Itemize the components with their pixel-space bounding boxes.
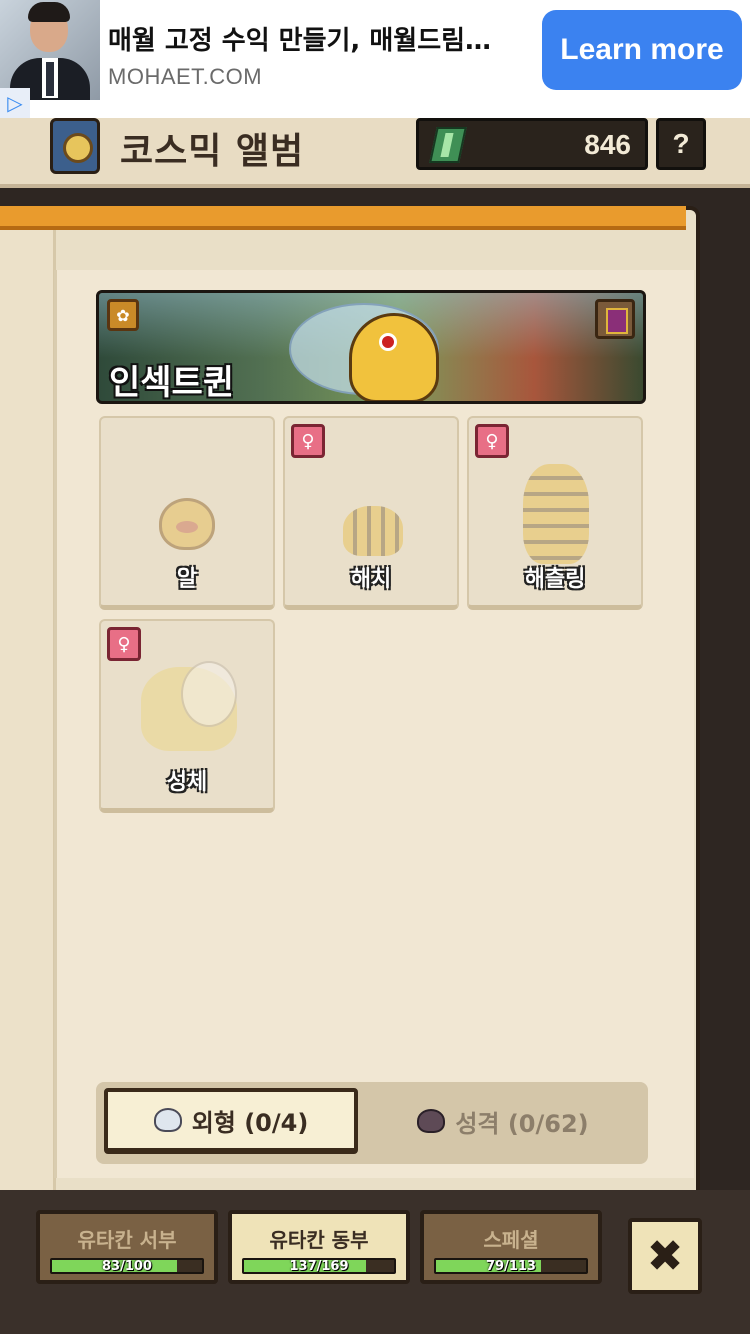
progress-text: 83/100 <box>102 1259 152 1274</box>
learn-more-button[interactable]: Learn more <box>542 10 742 90</box>
female-icon: ♀ <box>107 627 141 661</box>
ad-banner[interactable]: ▷ 매월 고정 수익 만들기, 매월드림… MOHAET.COM Learn m… <box>0 0 750 118</box>
help-button[interactable]: ? <box>656 118 706 170</box>
progress-bar: 79/113 <box>434 1258 588 1274</box>
tab-label: 유타칸 서부 <box>77 1228 177 1252</box>
horn-icon <box>153 1108 182 1132</box>
progress-bar: 137/169 <box>242 1258 396 1274</box>
gem-icon <box>429 127 467 163</box>
stage-card-adult[interactable]: ♀ 성체 <box>99 619 275 813</box>
stage-label: 해츨링 <box>524 567 586 592</box>
tab-yutakan-west[interactable]: 유타칸 서부 83/100 <box>36 1210 218 1284</box>
sprout-icon: ✿ <box>107 299 139 331</box>
page-title: 코스믹 앨범 <box>120 131 305 172</box>
ad-domain[interactable]: MOHAET.COM <box>108 64 262 90</box>
album-icon <box>50 118 100 174</box>
tab-label: 스페셜 <box>483 1228 539 1252</box>
personality-label: 성격 (0/62) <box>455 1109 589 1138</box>
stage-label: 성체 <box>166 770 208 795</box>
currency-value: 846 <box>584 129 631 160</box>
ad-choices-icon[interactable]: ▷ <box>0 88 30 118</box>
female-icon: ♀ <box>291 424 325 458</box>
ad-title[interactable]: 매월 고정 수익 만들기, 매월드림… <box>108 20 528 57</box>
adult-wing-sprite <box>181 661 237 727</box>
book-icon[interactable] <box>595 299 635 339</box>
egg-sprite <box>159 498 215 550</box>
tab-special[interactable]: 스페셜 79/113 <box>420 1210 602 1284</box>
progress-text: 137/169 <box>289 1259 349 1274</box>
stage-card-egg[interactable]: 알 <box>99 416 275 610</box>
currency-display: 846 <box>416 118 648 170</box>
stage-label: 알 <box>176 567 198 592</box>
stage-card-hatch[interactable]: ♀ 해치 <box>283 416 459 610</box>
personality-tab[interactable]: 성격 (0/62) <box>366 1088 640 1154</box>
hatchling-sprite <box>523 464 589 564</box>
horn-dark-icon <box>417 1109 446 1133</box>
hatch-sprite <box>343 506 403 556</box>
stage-card-hatchling[interactable]: ♀ 해츨링 <box>467 416 643 610</box>
stage-label: 해치 <box>350 567 392 592</box>
tab-label: 유타칸 동부 <box>269 1228 369 1252</box>
creature-portrait <box>349 313 439 401</box>
appearance-label: 외형 (0/4) <box>191 1108 309 1137</box>
creature-banner: ✿ 인섹트퀸 <box>96 290 646 404</box>
progress-bar: 83/100 <box>50 1258 204 1274</box>
progress-text: 79/113 <box>486 1259 536 1274</box>
appearance-tab[interactable]: 외형 (0/4) <box>104 1088 358 1154</box>
ad-image[interactable] <box>0 0 100 100</box>
female-icon: ♀ <box>475 424 509 458</box>
tab-yutakan-east[interactable]: 유타칸 동부 137/169 <box>228 1210 410 1284</box>
creature-name: 인섹트퀸 <box>109 363 235 403</box>
close-button[interactable]: ✖ <box>628 1218 702 1294</box>
book-spine-top <box>0 206 686 230</box>
book-left-page <box>0 230 56 1190</box>
view-toggle: 외형 (0/4) 성격 (0/62) <box>96 1082 648 1164</box>
